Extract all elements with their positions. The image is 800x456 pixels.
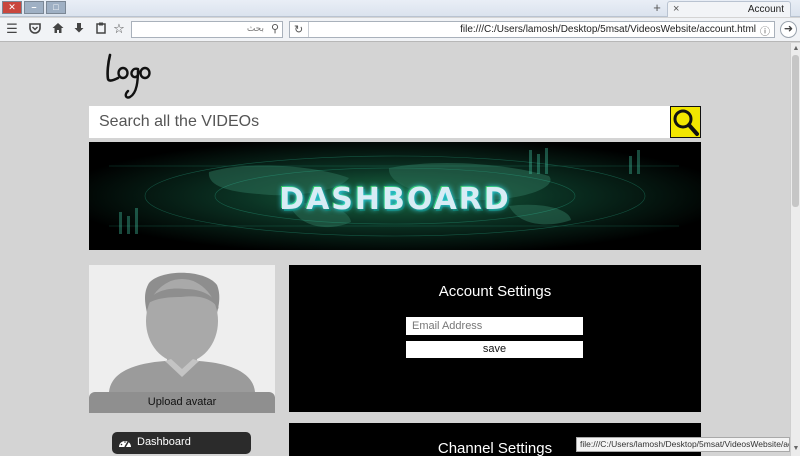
window-maximize-button[interactable]: □ xyxy=(46,1,66,14)
window-controls: ✕ – □ xyxy=(2,1,68,14)
search-engine-icon: بحث xyxy=(246,23,264,33)
avatar-placeholder-icon xyxy=(89,265,275,392)
pocket-icon[interactable] xyxy=(27,21,43,37)
window-minimize-button[interactable]: – xyxy=(24,1,44,14)
save-button[interactable]: save xyxy=(406,341,583,358)
scroll-down-icon[interactable]: ▼ xyxy=(792,445,800,453)
address-bar-divider xyxy=(308,22,309,37)
clipboard-icon[interactable] xyxy=(93,21,109,37)
scrollbar-thumb[interactable] xyxy=(792,55,799,207)
dashboard-label: Dashboard xyxy=(137,436,191,448)
account-settings-title: Account Settings xyxy=(438,283,552,300)
info-icon[interactable]: ⓘ xyxy=(760,23,770,38)
menu-icon[interactable]: ☰ xyxy=(4,21,20,37)
browser-search-box[interactable]: بحث ⚲ xyxy=(131,21,283,38)
site-logo[interactable] xyxy=(104,49,154,101)
browser-toolbar: ☰ ☆ بحث ⚲ ↻ file:///C:/Users/lamosh/Desk… xyxy=(0,18,800,42)
video-search-input[interactable] xyxy=(89,106,669,138)
banner-title: DASHBOARD xyxy=(279,182,511,217)
address-url[interactable]: file:///C:/Users/lamosh/Desktop/5msat/Vi… xyxy=(460,24,756,35)
page-viewport: DASHBOARD Upload avatar Account Settings… xyxy=(0,43,790,456)
bookmark-star-icon[interactable]: ☆ xyxy=(111,21,127,37)
reload-icon[interactable]: ↻ xyxy=(294,23,303,36)
window-close-button[interactable]: ✕ xyxy=(2,1,22,14)
home-icon[interactable] xyxy=(50,21,66,37)
status-bar-url: file:///C:/Users/lamosh/Desktop/5msat/Vi… xyxy=(576,437,790,452)
search-icon[interactable]: ⚲ xyxy=(271,22,279,35)
account-settings-panel: Account Settings save xyxy=(289,265,701,412)
dashboard-button[interactable]: Dashboard xyxy=(112,432,251,454)
dashboard-gauge-icon xyxy=(119,441,131,448)
tab-close-icon[interactable]: × xyxy=(673,3,679,15)
download-icon[interactable] xyxy=(71,21,87,37)
upload-avatar-button[interactable]: Upload avatar xyxy=(89,392,275,413)
video-search-bar xyxy=(89,106,701,138)
avatar-card: Upload avatar xyxy=(89,265,275,413)
page-scrollbar[interactable]: ▲ ▼ xyxy=(790,43,800,456)
go-arrow-icon[interactable]: ➜ xyxy=(780,21,797,38)
dashboard-banner: DASHBOARD xyxy=(89,142,701,250)
magnifier-icon xyxy=(673,109,699,136)
scroll-up-icon[interactable]: ▲ xyxy=(792,45,800,53)
browser-tab[interactable]: × Account xyxy=(667,1,791,17)
video-search-button[interactable] xyxy=(670,106,701,138)
window-titlebar: ✕ – □ + × Account xyxy=(0,0,800,17)
new-tab-button[interactable]: + xyxy=(650,1,664,15)
email-field[interactable] xyxy=(406,317,583,335)
tab-title: Account xyxy=(747,4,784,15)
address-bar[interactable]: ↻ file:///C:/Users/lamosh/Desktop/5msat/… xyxy=(289,21,775,38)
